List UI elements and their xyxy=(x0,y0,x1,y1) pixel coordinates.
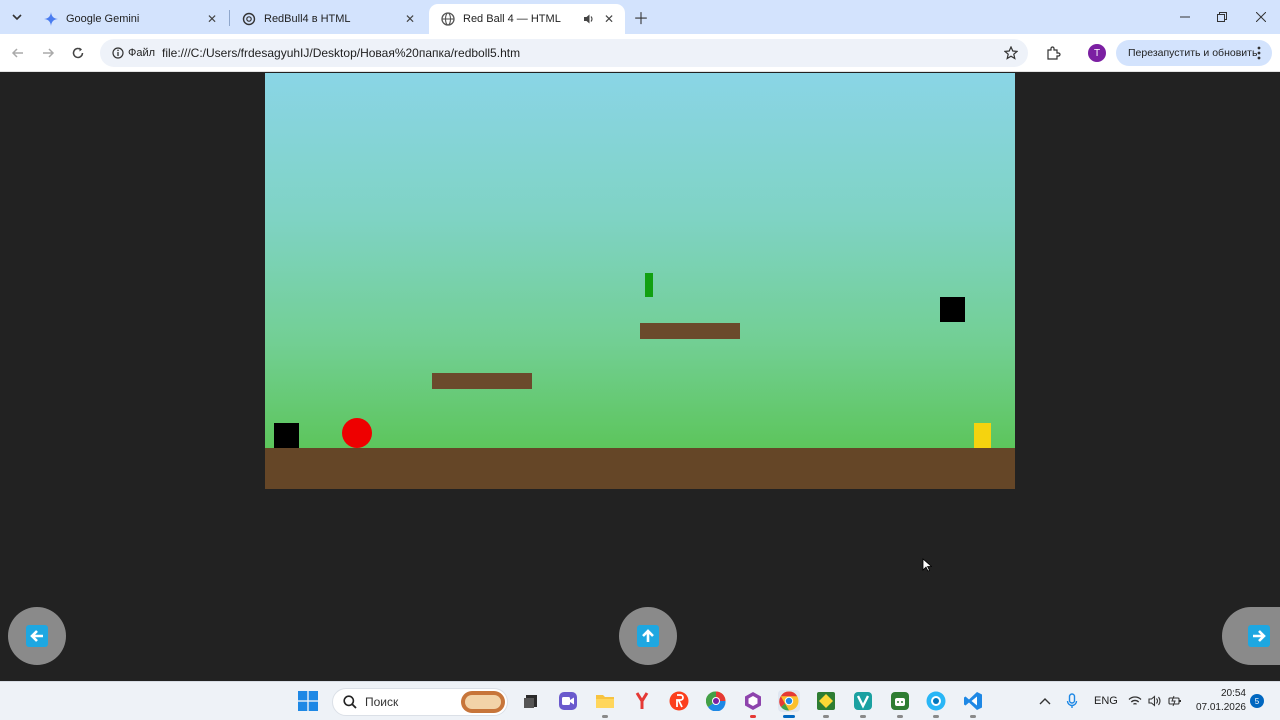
yandex-icon[interactable] xyxy=(631,690,653,712)
wifi-icon[interactable] xyxy=(1124,690,1146,712)
yellow-goal-flag xyxy=(974,423,991,448)
app-icon[interactable] xyxy=(815,690,837,718)
tab-close-icon[interactable]: ✕ xyxy=(204,11,220,27)
tab-close-icon[interactable]: ✕ xyxy=(601,11,617,27)
search-icon xyxy=(343,695,357,709)
platform-high xyxy=(640,323,740,339)
green-pickup xyxy=(645,273,653,297)
restore-button[interactable] xyxy=(1209,6,1235,28)
battery-plug-icon[interactable] xyxy=(1164,690,1186,712)
minimize-button[interactable] xyxy=(1172,6,1198,28)
more-menu-icon[interactable] xyxy=(1252,45,1266,61)
language-indicator[interactable]: ENG xyxy=(1094,695,1118,707)
reload-icon xyxy=(72,47,84,59)
clock[interactable]: 20:54 07.01.2026 xyxy=(1192,687,1246,715)
tab-google-gemini[interactable]: Google Gemini ✕ xyxy=(32,4,228,34)
running-indicator xyxy=(783,715,795,718)
chevron-down-icon xyxy=(12,14,22,21)
clock-time: 20:54 xyxy=(1220,688,1246,699)
vivaldi-icon[interactable] xyxy=(852,690,874,718)
taskbar-search[interactable]: Поиск xyxy=(332,688,508,716)
app-icon[interactable] xyxy=(925,690,947,718)
left-control[interactable] xyxy=(8,607,66,665)
visual-studio-icon[interactable] xyxy=(742,690,764,718)
running-indicator xyxy=(970,715,976,718)
search-highlight-icon xyxy=(461,691,505,713)
right-control[interactable] xyxy=(1222,607,1280,665)
file-explorer-icon[interactable] xyxy=(594,690,616,718)
clock-date: 07.01.2026 xyxy=(1195,702,1246,713)
relaunch-label: Перезапустить и обновить xyxy=(1128,47,1258,59)
running-indicator xyxy=(750,715,756,718)
profile-initial: T xyxy=(1093,47,1101,59)
running-indicator xyxy=(823,715,829,718)
puzzle-icon xyxy=(1046,45,1061,60)
relaunch-update-button[interactable]: Перезапустить и обновить xyxy=(1116,40,1272,66)
tab-red-ball-4[interactable]: Red Ball 4 — HTML ✕ xyxy=(429,4,625,34)
search-label: Поиск xyxy=(365,695,399,709)
start-icon[interactable] xyxy=(297,690,319,712)
vscode-icon[interactable] xyxy=(962,690,984,718)
chromium-icon[interactable] xyxy=(705,690,727,712)
mouse-cursor-icon xyxy=(922,558,932,572)
chatgpt-icon xyxy=(242,12,256,26)
tab-title: Red Ball 4 — HTML xyxy=(463,13,561,25)
browser-toolbar: Файл file:///C:/Users/frdesagyuhIJ/Deskt… xyxy=(0,34,1280,72)
close-icon xyxy=(1256,12,1266,22)
running-indicator xyxy=(897,715,903,718)
gemini-icon xyxy=(44,12,58,26)
tab-redbull4[interactable]: RedBull4 в HTML ✕ xyxy=(230,4,426,34)
chevron-up-icon[interactable] xyxy=(1034,690,1056,712)
platform-low xyxy=(432,373,532,389)
running-indicator xyxy=(602,715,608,718)
bookmark-star-icon[interactable] xyxy=(1002,44,1020,62)
ground xyxy=(265,448,1015,489)
android-studio-icon[interactable] xyxy=(889,690,911,718)
floating-crate xyxy=(940,297,965,322)
volume-icon[interactable] xyxy=(1144,690,1166,712)
tab-title: RedBull4 в HTML xyxy=(264,13,351,25)
yandex-browser-icon[interactable] xyxy=(668,690,690,712)
player-ball xyxy=(342,418,372,448)
jump-control[interactable] xyxy=(619,607,677,665)
arrow-left-icon xyxy=(11,48,23,58)
tab-search-button[interactable] xyxy=(6,6,28,28)
zoom-icon[interactable] xyxy=(557,690,579,712)
windows-taskbar: Поиск ENG 20:54 07.01.2026 5 xyxy=(0,681,1280,720)
address-bar[interactable]: Файл file:///C:/Users/frdesagyuhIJ/Deskt… xyxy=(100,39,1028,67)
restore-icon xyxy=(1217,12,1227,22)
speaker-icon[interactable] xyxy=(581,11,597,27)
info-icon xyxy=(112,47,124,59)
widgets-icon[interactable] xyxy=(520,690,542,712)
forward-button[interactable] xyxy=(37,42,59,64)
start-crate xyxy=(274,423,299,448)
game-canvas[interactable] xyxy=(265,73,1015,489)
back-button[interactable] xyxy=(7,42,29,64)
close-window-button[interactable] xyxy=(1248,6,1274,28)
site-info-button[interactable]: Файл xyxy=(106,43,161,63)
arrow-right-icon xyxy=(1248,625,1270,647)
url-text[interactable]: file:///C:/Users/frdesagyuhIJ/Desktop/Но… xyxy=(162,46,520,60)
tab-close-icon[interactable]: ✕ xyxy=(402,11,418,27)
running-indicator xyxy=(933,715,939,718)
profile-avatar[interactable]: T xyxy=(1088,44,1106,62)
running-indicator xyxy=(860,715,866,718)
microphone-icon[interactable] xyxy=(1061,690,1083,712)
chrome-icon[interactable] xyxy=(778,690,800,718)
browser-tabstrip: Google Gemini ✕ RedBull4 в HTML ✕ Red Ba… xyxy=(0,0,1280,34)
arrow-right-icon xyxy=(43,48,55,58)
minimize-icon xyxy=(1180,16,1190,18)
arrow-left-icon xyxy=(26,625,48,647)
file-label: Файл xyxy=(128,47,156,59)
tab-title: Google Gemini xyxy=(66,13,140,25)
extensions-button[interactable] xyxy=(1042,42,1064,64)
new-tab-button[interactable]: ＋ xyxy=(631,7,651,28)
arrow-up-icon xyxy=(637,625,659,647)
globe-icon xyxy=(441,12,455,26)
notification-badge[interactable]: 5 xyxy=(1250,694,1264,708)
reload-button[interactable] xyxy=(67,42,89,64)
